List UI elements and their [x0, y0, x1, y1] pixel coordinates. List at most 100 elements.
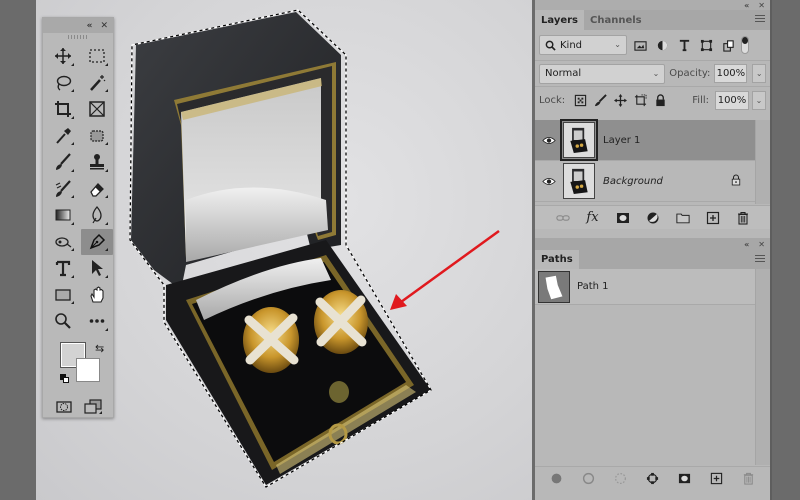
close-icon[interactable]: ✕ — [758, 1, 765, 10]
gradient-icon — [55, 209, 71, 221]
lock-position-icon[interactable] — [611, 92, 629, 110]
blend-mode-value: Normal — [545, 68, 582, 79]
link-layers-icon[interactable] — [554, 209, 572, 227]
new-adjustment-layer-icon[interactable] — [644, 209, 662, 227]
move-icon — [55, 48, 71, 65]
panel-menu-icon[interactable] — [755, 255, 765, 263]
load-path-as-selection-icon[interactable] — [612, 470, 630, 488]
background-color-swatch[interactable] — [76, 357, 100, 382]
default-colors-icon[interactable] — [60, 373, 69, 383]
opacity-input[interactable]: 100% — [714, 64, 748, 83]
eyedropper-icon — [56, 127, 71, 144]
delete-layer-trash-icon[interactable] — [734, 209, 752, 227]
pen-icon — [89, 233, 106, 250]
filter-smart-object-icon[interactable] — [719, 36, 737, 54]
lock-transparent-pixels-icon[interactable] — [571, 92, 589, 110]
rectangle-tool[interactable] — [47, 282, 79, 309]
hand-tool[interactable] — [81, 282, 113, 309]
type-icon — [55, 261, 71, 277]
stroke-path-icon[interactable] — [580, 470, 598, 488]
fill-dropdown-button[interactable]: ⌄ — [752, 91, 766, 110]
layers-footer-toolbar: fx — [535, 205, 770, 229]
new-layer-icon[interactable] — [704, 209, 722, 227]
make-work-path-icon[interactable] — [644, 470, 662, 488]
visibility-eye-icon[interactable] — [535, 136, 563, 145]
quick-mask-button[interactable] — [50, 396, 78, 418]
paths-panel-collapse-bar[interactable]: « ✕ — [535, 238, 770, 250]
panel-menu-icon[interactable] — [755, 15, 765, 23]
collapse-icon[interactable]: « — [744, 240, 749, 249]
crop-tool[interactable] — [47, 96, 79, 123]
visibility-eye-icon[interactable] — [535, 177, 563, 186]
layer-lock-icon — [731, 174, 741, 189]
healing-brush-tool[interactable] — [81, 123, 113, 150]
tab-layers[interactable]: Layers — [535, 10, 584, 30]
new-group-folder-icon[interactable] — [674, 209, 692, 227]
box-base — [166, 240, 431, 485]
dodge-tool[interactable] — [47, 229, 79, 256]
zoom-tool[interactable] — [47, 308, 79, 335]
eraser-tool[interactable] — [81, 176, 113, 203]
filter-toggle-switch[interactable] — [741, 36, 749, 54]
path-selection-tool[interactable] — [81, 255, 113, 282]
collapse-icon[interactable]: « — [87, 21, 93, 31]
history-brush-icon — [55, 180, 71, 197]
filter-shape-icon[interactable] — [697, 36, 715, 54]
brush-tool[interactable] — [47, 149, 79, 176]
layers-scrollbar[interactable] — [755, 120, 770, 204]
path-row[interactable]: Path 1 — [535, 269, 755, 305]
move-tool[interactable] — [47, 43, 79, 70]
blur-tool[interactable] — [81, 202, 113, 229]
lock-image-pixels-icon[interactable] — [591, 92, 609, 110]
close-icon[interactable]: ✕ — [758, 240, 765, 249]
pen-tool[interactable] — [81, 228, 113, 255]
fill-path-icon[interactable] — [548, 470, 566, 488]
layer-name: Background — [603, 175, 663, 187]
layer-row[interactable]: Background — [535, 161, 755, 202]
add-mask-icon[interactable] — [614, 209, 632, 227]
rectangular-marquee-tool[interactable] — [81, 43, 113, 70]
tab-paths[interactable]: Paths — [535, 250, 579, 269]
history-brush-tool[interactable] — [47, 176, 79, 203]
close-icon[interactable]: ✕ — [100, 21, 108, 31]
crop-icon — [55, 101, 71, 118]
delete-path-trash-icon[interactable] — [740, 470, 758, 488]
magic-wand-icon — [90, 74, 106, 91]
layer-list: Layer 1 Background — [535, 119, 755, 202]
blend-mode-select[interactable]: Normal ⌄ — [539, 63, 666, 84]
fill-input[interactable]: 100% — [715, 91, 749, 110]
more-tools[interactable] — [81, 308, 113, 335]
filter-type-icon[interactable] — [675, 36, 693, 54]
layer-style-fx-icon[interactable]: fx — [584, 209, 602, 227]
paths-scrollbar[interactable] — [755, 269, 770, 465]
add-mask-icon[interactable] — [676, 470, 694, 488]
paths-footer-toolbar — [535, 466, 770, 490]
quick-mask-icon — [55, 400, 72, 413]
clone-stamp-tool[interactable] — [81, 149, 113, 176]
swap-colors-icon[interactable]: ⇆ — [95, 342, 104, 355]
opacity-dropdown-button[interactable]: ⌄ — [752, 64, 766, 83]
filter-adjustment-icon[interactable] — [653, 36, 671, 54]
lasso-tool[interactable] — [47, 70, 79, 97]
layer-filter-select[interactable]: Kind ⌄ — [539, 35, 627, 55]
layers-panel-collapse-bar[interactable]: « ✕ — [535, 0, 770, 10]
lock-all-icon[interactable] — [651, 92, 669, 110]
red-arrow-annotation — [390, 229, 500, 310]
frame-tool[interactable] — [81, 96, 113, 123]
type-tool[interactable] — [47, 255, 79, 282]
dock-border — [770, 0, 772, 500]
eyedropper-tool[interactable] — [47, 123, 79, 150]
layer-thumbnail — [560, 119, 598, 161]
filter-pixel-icon[interactable] — [631, 36, 649, 54]
tab-channels[interactable]: Channels — [584, 10, 648, 30]
toolbox-grip[interactable] — [43, 33, 113, 41]
toolbox-header[interactable]: « ✕ — [43, 18, 113, 33]
new-path-icon[interactable] — [708, 470, 726, 488]
magic-wand-tool[interactable] — [81, 70, 113, 97]
gradient-tool[interactable] — [47, 202, 79, 229]
layer-row[interactable]: Layer 1 — [535, 119, 755, 161]
lock-artboard-icon[interactable] — [631, 92, 649, 110]
collapse-icon[interactable]: « — [744, 1, 749, 10]
screen-mode-button[interactable] — [79, 396, 107, 418]
search-icon — [545, 40, 556, 51]
